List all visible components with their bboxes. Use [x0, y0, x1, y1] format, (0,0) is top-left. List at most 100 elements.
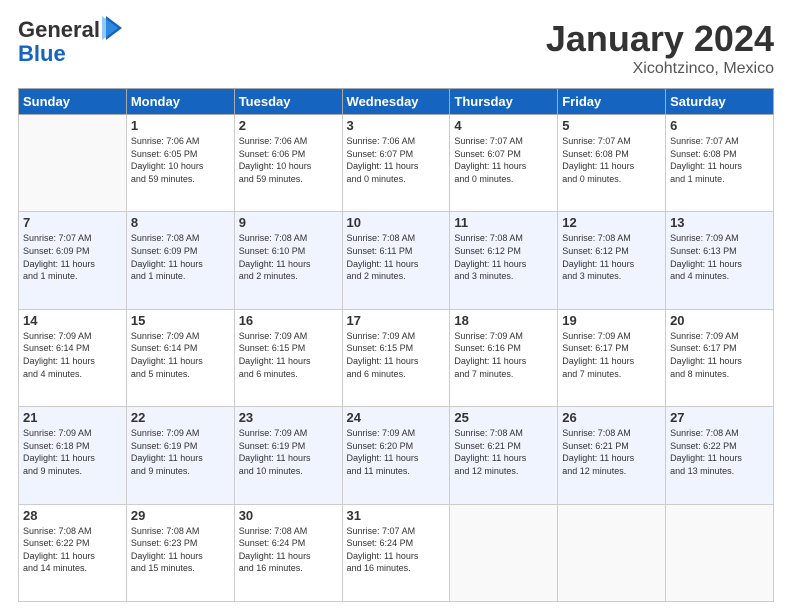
day-info: Sunrise: 7:08 AMSunset: 6:22 PMDaylight:…	[670, 427, 769, 477]
day-number: 20	[670, 313, 769, 328]
col-monday: Monday	[126, 89, 234, 115]
table-cell: 16 Sunrise: 7:09 AMSunset: 6:15 PMDayligh…	[234, 309, 342, 406]
table-cell: 7 Sunrise: 7:07 AMSunset: 6:09 PMDaylight…	[19, 212, 127, 309]
day-info: Sunrise: 7:09 AMSunset: 6:15 PMDaylight:…	[239, 330, 338, 380]
title-location: Xicohtzinco, Mexico	[546, 60, 774, 78]
table-cell: 25Sunrise: 7:08 AMSunset: 6:21 PMDayligh…	[450, 407, 558, 504]
day-number: 11	[454, 215, 553, 230]
day-number: 26	[562, 410, 661, 425]
day-number: 1	[131, 118, 230, 133]
table-cell: 31 Sunrise: 7:07 AMSunset: 6:24 PMDayligh…	[342, 504, 450, 601]
day-info: Sunrise: 7:08 AMSunset: 6:10 PMDaylight:…	[239, 232, 338, 282]
day-info: Sunrise: 7:08 AMSunset: 6:24 PMDaylight:…	[239, 525, 338, 575]
table-cell: 1Sunrise: 7:06 AMSunset: 6:05 PMDaylight…	[126, 115, 234, 212]
day-number: 18	[454, 313, 553, 328]
table-cell: 29 Sunrise: 7:08 AMSunset: 6:23 PMDayligh…	[126, 504, 234, 601]
day-number: 19	[562, 313, 661, 328]
day-number: 30	[239, 508, 338, 523]
day-number: 29	[131, 508, 230, 523]
day-number: 22	[131, 410, 230, 425]
table-cell: 19 Sunrise: 7:09 AMSunset: 6:17 PMDayligh…	[558, 309, 666, 406]
day-info: Sunrise: 7:08 AMSunset: 6:12 PMDaylight:…	[454, 232, 553, 282]
table-cell	[666, 504, 774, 601]
table-cell: 11 Sunrise: 7:08 AMSunset: 6:12 PMDayligh…	[450, 212, 558, 309]
day-info: Sunrise: 7:08 AMSunset: 6:23 PMDaylight:…	[131, 525, 230, 575]
day-number: 5	[562, 118, 661, 133]
day-info: Sunrise: 7:09 AMSunset: 6:19 PMDaylight:…	[131, 427, 230, 477]
day-number: 2	[239, 118, 338, 133]
col-friday: Friday	[558, 89, 666, 115]
day-info: Sunrise: 7:09 AMSunset: 6:13 PMDaylight:…	[670, 232, 769, 282]
title-month: January 2024	[546, 18, 774, 60]
day-info: Sunrise: 7:09 AMSunset: 6:18 PMDaylight:…	[23, 427, 122, 477]
table-cell: 9 Sunrise: 7:08 AMSunset: 6:10 PMDaylight…	[234, 212, 342, 309]
table-cell: 8 Sunrise: 7:08 AMSunset: 6:09 PMDaylight…	[126, 212, 234, 309]
table-cell: 2Sunrise: 7:06 AMSunset: 6:06 PMDaylight…	[234, 115, 342, 212]
calendar-table: Sunday Monday Tuesday Wednesday Thursday…	[18, 88, 774, 602]
table-cell: 26Sunrise: 7:08 AMSunset: 6:21 PMDayligh…	[558, 407, 666, 504]
day-number: 31	[347, 508, 446, 523]
day-info: Sunrise: 7:07 AMSunset: 6:24 PMDaylight:…	[347, 525, 446, 575]
page: General Blue January 2024 Xicohtzinco, M…	[0, 0, 792, 612]
day-info: Sunrise: 7:06 AMSunset: 6:07 PMDaylight:…	[347, 135, 446, 185]
day-number: 8	[131, 215, 230, 230]
col-tuesday: Tuesday	[234, 89, 342, 115]
logo-icon	[102, 14, 124, 42]
header: General Blue January 2024 Xicohtzinco, M…	[18, 18, 774, 78]
table-cell: 14Sunrise: 7:09 AMSunset: 6:14 PMDayligh…	[19, 309, 127, 406]
logo-blue: Blue	[18, 41, 66, 66]
day-info: Sunrise: 7:09 AMSunset: 6:17 PMDaylight:…	[562, 330, 661, 380]
table-cell: 10Sunrise: 7:08 AMSunset: 6:11 PMDayligh…	[342, 212, 450, 309]
col-wednesday: Wednesday	[342, 89, 450, 115]
day-number: 23	[239, 410, 338, 425]
table-cell: 28 Sunrise: 7:08 AMSunset: 6:22 PMDayligh…	[19, 504, 127, 601]
day-number: 27	[670, 410, 769, 425]
table-cell	[558, 504, 666, 601]
day-info: Sunrise: 7:09 AMSunset: 6:16 PMDaylight:…	[454, 330, 553, 380]
day-info: Sunrise: 7:09 AMSunset: 6:14 PMDaylight:…	[23, 330, 122, 380]
table-cell: 27 Sunrise: 7:08 AMSunset: 6:22 PMDayligh…	[666, 407, 774, 504]
table-cell: 6 Sunrise: 7:07 AMSunset: 6:08 PMDaylight…	[666, 115, 774, 212]
table-cell: 12 Sunrise: 7:08 AMSunset: 6:12 PMDayligh…	[558, 212, 666, 309]
table-cell: 3 Sunrise: 7:06 AMSunset: 6:07 PMDaylight…	[342, 115, 450, 212]
table-cell: 18 Sunrise: 7:09 AMSunset: 6:16 PMDayligh…	[450, 309, 558, 406]
table-cell: 13 Sunrise: 7:09 AMSunset: 6:13 PMDayligh…	[666, 212, 774, 309]
table-cell: 20 Sunrise: 7:09 AMSunset: 6:17 PMDayligh…	[666, 309, 774, 406]
day-info: Sunrise: 7:08 AMSunset: 6:09 PMDaylight:…	[131, 232, 230, 282]
day-number: 28	[23, 508, 122, 523]
logo: General Blue	[18, 18, 124, 66]
day-number: 4	[454, 118, 553, 133]
title-block: January 2024 Xicohtzinco, Mexico	[546, 18, 774, 78]
day-info: Sunrise: 7:09 AMSunset: 6:17 PMDaylight:…	[670, 330, 769, 380]
day-info: Sunrise: 7:08 AMSunset: 6:22 PMDaylight:…	[23, 525, 122, 575]
day-number: 15	[131, 313, 230, 328]
day-info: Sunrise: 7:08 AMSunset: 6:12 PMDaylight:…	[562, 232, 661, 282]
day-number: 21	[23, 410, 122, 425]
table-cell: 24 Sunrise: 7:09 AMSunset: 6:20 PMDayligh…	[342, 407, 450, 504]
col-sunday: Sunday	[19, 89, 127, 115]
table-cell: 21 Sunrise: 7:09 AMSunset: 6:18 PMDayligh…	[19, 407, 127, 504]
day-info: Sunrise: 7:07 AMSunset: 6:07 PMDaylight:…	[454, 135, 553, 185]
col-saturday: Saturday	[666, 89, 774, 115]
table-cell: 30 Sunrise: 7:08 AMSunset: 6:24 PMDayligh…	[234, 504, 342, 601]
day-number: 16	[239, 313, 338, 328]
day-number: 7	[23, 215, 122, 230]
day-number: 24	[347, 410, 446, 425]
day-info: Sunrise: 7:07 AMSunset: 6:08 PMDaylight:…	[562, 135, 661, 185]
day-number: 10	[347, 215, 446, 230]
day-info: Sunrise: 7:09 AMSunset: 6:14 PMDaylight:…	[131, 330, 230, 380]
day-number: 12	[562, 215, 661, 230]
day-info: Sunrise: 7:09 AMSunset: 6:19 PMDaylight:…	[239, 427, 338, 477]
day-number: 17	[347, 313, 446, 328]
day-number: 6	[670, 118, 769, 133]
logo-general: General	[18, 18, 100, 42]
day-info: Sunrise: 7:07 AMSunset: 6:09 PMDaylight:…	[23, 232, 122, 282]
col-thursday: Thursday	[450, 89, 558, 115]
day-number: 13	[670, 215, 769, 230]
day-info: Sunrise: 7:09 AMSunset: 6:20 PMDaylight:…	[347, 427, 446, 477]
day-number: 25	[454, 410, 553, 425]
table-cell: 23 Sunrise: 7:09 AMSunset: 6:19 PMDayligh…	[234, 407, 342, 504]
day-info: Sunrise: 7:07 AMSunset: 6:08 PMDaylight:…	[670, 135, 769, 185]
day-number: 9	[239, 215, 338, 230]
day-number: 3	[347, 118, 446, 133]
